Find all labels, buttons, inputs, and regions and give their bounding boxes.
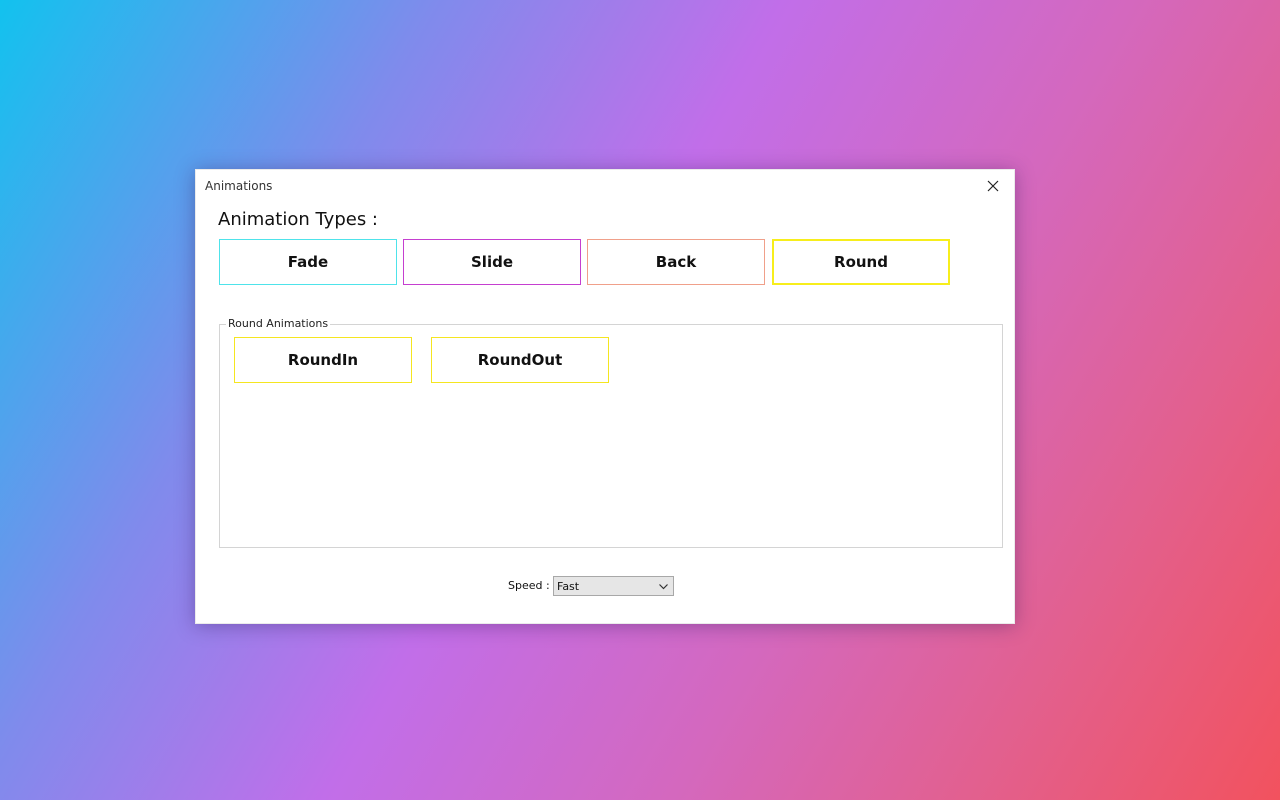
chevron-down-icon — [659, 584, 668, 590]
close-icon — [987, 180, 999, 192]
round-button[interactable]: Round — [772, 239, 950, 285]
speed-label: Speed : — [508, 579, 550, 592]
fade-button[interactable]: Fade — [219, 239, 397, 285]
round-out-button[interactable]: RoundOut — [431, 337, 609, 383]
animations-window: Animations Animation Types : Fade Slide … — [195, 169, 1015, 624]
round-in-button[interactable]: RoundIn — [234, 337, 412, 383]
window-title: Animations — [205, 179, 273, 193]
animation-types-heading: Animation Types : — [218, 209, 378, 230]
round-animations-group: Round Animations RoundIn RoundOut — [219, 317, 1003, 548]
slide-button[interactable]: Slide — [403, 239, 581, 285]
speed-value: Fast — [557, 580, 580, 593]
close-button[interactable] — [978, 174, 1008, 198]
group-legend: Round Animations — [226, 317, 331, 330]
back-button[interactable]: Back — [587, 239, 765, 285]
speed-dropdown[interactable]: Fast — [553, 576, 674, 596]
